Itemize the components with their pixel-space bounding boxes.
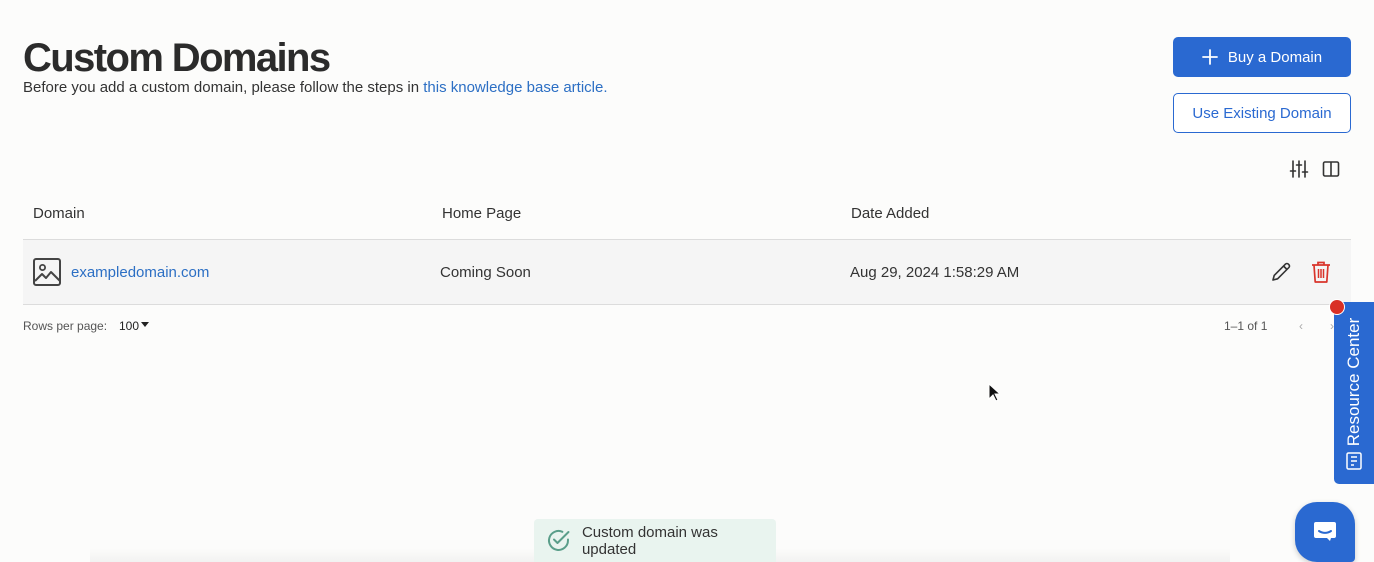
chat-icon	[1314, 522, 1336, 541]
columns-icon[interactable]	[1321, 159, 1341, 179]
use-existing-domain-label: Use Existing Domain	[1192, 104, 1332, 122]
table-row: exampledomain.com Coming Soon Aug 29, 20…	[23, 240, 1351, 305]
mouse-cursor-icon	[988, 383, 1000, 402]
domain-link[interactable]: exampledomain.com	[71, 264, 209, 281]
check-circle-icon	[548, 530, 570, 551]
knowledge-base-link[interactable]: this knowledge base article.	[423, 79, 607, 96]
page-title: Custom Domains	[23, 36, 331, 80]
rows-per-page-select[interactable]: 100	[119, 319, 139, 333]
pagination-range: 1–1 of 1	[1224, 319, 1268, 333]
notification-dot	[1329, 299, 1345, 315]
success-toast: Custom domain was updated	[534, 519, 776, 562]
plus-icon	[1201, 49, 1218, 65]
caret-down-icon[interactable]	[141, 322, 149, 328]
previous-page-button[interactable]: ‹	[1299, 319, 1309, 333]
resource-center-icon	[1346, 452, 1362, 470]
column-header-home-page[interactable]: Home Page	[442, 205, 521, 222]
home-page-value: Coming Soon	[440, 264, 531, 281]
pagination: Rows per page: 100 1–1 of 1 ‹ ›	[23, 318, 1351, 336]
filter-sliders-icon[interactable]	[1289, 159, 1309, 179]
buy-domain-label: Buy a Domain	[1227, 48, 1323, 66]
date-added-value: Aug 29, 2024 1:58:29 AM	[850, 264, 1020, 281]
intro-text-body: Before you add a custom domain, please f…	[23, 79, 424, 96]
delete-trash-icon[interactable]	[1310, 260, 1332, 284]
column-header-domain[interactable]: Domain	[33, 205, 85, 222]
use-existing-domain-button[interactable]: Use Existing Domain	[1173, 93, 1351, 133]
domains-table: Domain Home Page Date Added exampledomai…	[23, 190, 1351, 305]
intro-text: Before you add a custom domain, please f…	[23, 79, 608, 96]
edit-pencil-icon[interactable]	[1269, 260, 1293, 284]
resource-center-tab[interactable]: Resource Center	[1334, 302, 1374, 484]
buy-domain-button[interactable]: Buy a Domain	[1173, 37, 1351, 77]
table-header: Domain Home Page Date Added	[23, 190, 1351, 240]
image-placeholder-icon	[33, 258, 61, 286]
column-header-date-added[interactable]: Date Added	[851, 205, 929, 222]
rows-per-page-label: Rows per page:	[23, 319, 108, 333]
chat-launcher-button[interactable]	[1295, 502, 1355, 562]
resource-center-label: Resource Center	[1344, 317, 1363, 447]
toast-message: Custom domain was updated	[581, 523, 718, 558]
